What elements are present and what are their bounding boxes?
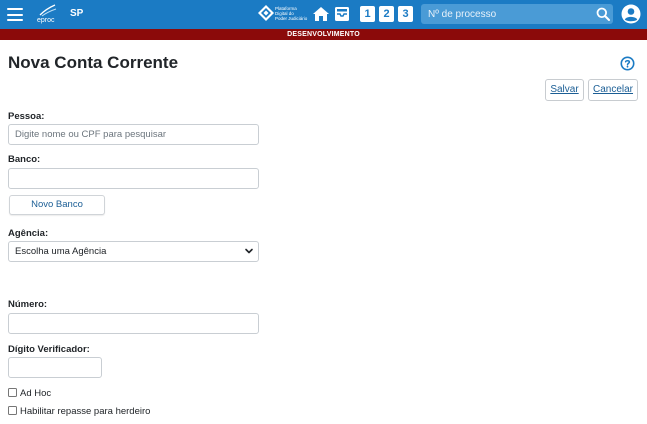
page-title: Nova Conta Corrente — [8, 53, 179, 72]
quick-access-3-button[interactable]: 3 — [398, 6, 413, 22]
novo-banco-button[interactable]: Novo Banco — [9, 195, 105, 215]
agencia-select-value: Escolha uma Agência — [15, 246, 107, 257]
save-button-label: Salvar — [550, 84, 579, 95]
region-label: SP — [70, 8, 84, 19]
numero-input[interactable] — [8, 313, 259, 334]
top-navbar: eproc SP Plataforma Digital do Poder Jud… — [0, 0, 647, 29]
process-search-input[interactable] — [421, 4, 591, 24]
chevron-down-icon — [245, 248, 253, 254]
home-icon[interactable] — [312, 6, 330, 22]
quick-access-1-button[interactable]: 1 — [360, 6, 375, 22]
process-search — [421, 4, 613, 24]
ad-hoc-checkbox[interactable] — [8, 388, 17, 397]
pdpj-logo: Plataforma Digital do Poder Judiciário — [258, 3, 309, 26]
pessoa-input[interactable] — [8, 124, 259, 145]
eproc-logo-text: eproc — [37, 17, 55, 24]
cancel-button-label: Cancelar — [592, 84, 634, 95]
ad-hoc-option: Ad Hoc — [8, 388, 51, 399]
quick-access-2-button[interactable]: 2 — [379, 6, 394, 22]
eproc-logo[interactable]: eproc — [35, 4, 61, 26]
inbox-icon[interactable] — [334, 6, 350, 22]
digito-verificador-label: Dígito Verificador: — [8, 344, 90, 355]
save-button[interactable]: Salvar — [545, 79, 584, 101]
repasse-herdeiro-option: Habilitar repasse para herdeiro — [8, 406, 150, 417]
search-icon[interactable] — [596, 7, 610, 21]
banco-label: Banco: — [8, 154, 41, 165]
repasse-herdeiro-checkbox[interactable] — [8, 406, 17, 415]
pessoa-label: Pessoa: — [8, 111, 45, 122]
numero-label: Número: — [8, 299, 48, 310]
help-icon[interactable] — [620, 56, 635, 71]
repasse-herdeiro-label: Habilitar repasse para herdeiro — [20, 406, 151, 417]
agencia-label: Agência: — [8, 228, 49, 239]
menu-icon[interactable] — [7, 8, 23, 21]
banco-input[interactable] — [8, 168, 259, 189]
eproc-logo-mark — [39, 4, 57, 17]
user-icon[interactable] — [621, 4, 641, 24]
pdpj-logo-text: Plataforma Digital do Poder Judiciário — [275, 6, 309, 21]
ad-hoc-label: Ad Hoc — [20, 388, 52, 399]
environment-banner: DESENVOLVIMENTO — [0, 29, 647, 40]
pdpj-line-3: Poder Judiciário — [275, 16, 308, 21]
digito-verificador-input[interactable] — [8, 357, 102, 378]
pdpj-logo-icon — [258, 5, 274, 21]
cancel-button[interactable]: Cancelar — [588, 79, 638, 101]
agencia-select[interactable]: Escolha uma Agência — [8, 241, 259, 262]
